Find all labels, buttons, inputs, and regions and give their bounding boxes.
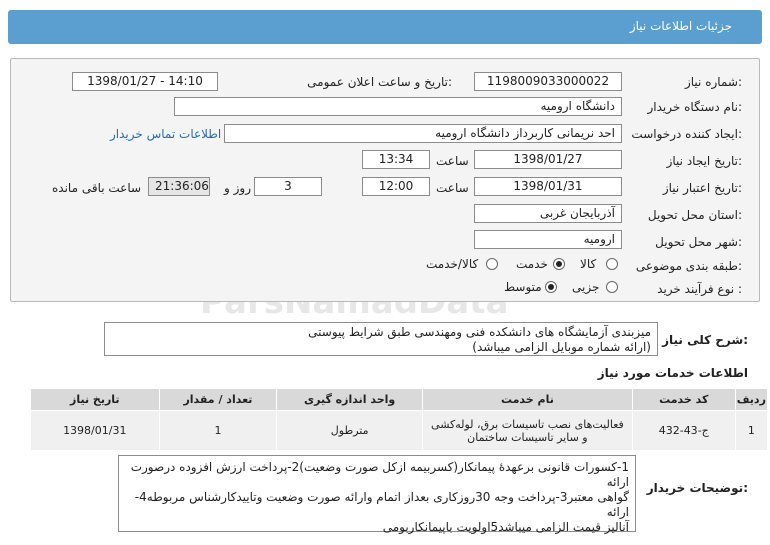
contact-buyer-link[interactable]: اطلاعات تماس خریدار	[110, 127, 221, 141]
notes-line-2: گواهی معتبر3-پرداخت وجه 30روزکاری بعداز …	[134, 490, 629, 519]
city-label: شهر محل تحویل:	[655, 235, 742, 249]
col-code: کد خدمت	[631, 388, 736, 411]
radio-service-label: خدمت	[516, 257, 548, 271]
page-title: جزئیات اطلاعات نیاز	[629, 19, 732, 33]
cell-qty: 1	[158, 410, 278, 451]
summary-line-1: میزبندی آزمایشگاه های دانشکده فنی ومهندس…	[308, 325, 651, 339]
radio-minor-label: جزیی	[572, 280, 600, 294]
days-remaining-field: 3	[254, 177, 322, 196]
buyer-label: نام دستگاه خریدار:	[647, 100, 743, 114]
radio-minor[interactable]	[606, 281, 618, 293]
validity-date-field: 1398/01/31	[474, 177, 622, 196]
radio-medium[interactable]	[545, 281, 557, 293]
created-date-label: تاریخ ایجاد نیاز:	[666, 154, 742, 168]
created-time-label: ساعت	[436, 154, 469, 168]
services-title: اطلاعات خدمات مورد نیاز	[597, 366, 748, 380]
services-table-wrap: ردیف کد خدمت نام خدمت واحد اندازه گیری ت…	[30, 388, 769, 451]
radio-goods-service-label: کالا/خدمت	[426, 257, 479, 271]
col-date: تاریخ نیاز	[30, 388, 160, 411]
days-label: روز و	[224, 181, 251, 195]
table-row: 1 ج-43-432 فعالیت‌های نصب تاسیسات برق، ل…	[30, 410, 769, 451]
services-header-row: ردیف کد خدمت نام خدمت واحد اندازه گیری ت…	[30, 388, 769, 411]
cell-date: 1398/01/31	[30, 410, 160, 451]
buyer-field: دانشگاه ارومیه	[174, 97, 622, 116]
cell-code: ج-43-432	[631, 410, 736, 451]
province-field: آذربایجان غربی	[474, 204, 622, 223]
radio-medium-label: متوسط	[504, 280, 542, 294]
province-label: استان محل تحویل:	[647, 208, 742, 222]
col-qty: تعداد / مقدار	[158, 388, 278, 411]
notes-label: توضیحات خریدار:	[646, 481, 748, 495]
summary-label: شرح کلی نیاز:	[662, 333, 748, 347]
announce-datetime-label: تاریخ و ساعت اعلان عمومی:	[307, 75, 452, 89]
page-header: جزئیات اطلاعات نیاز	[8, 10, 762, 44]
announce-datetime-field: 1398/01/27 - 14:10	[72, 72, 218, 91]
created-date-field: 1398/01/27	[474, 150, 622, 169]
radio-goods[interactable]	[606, 258, 618, 270]
cell-index: 1	[734, 410, 769, 451]
summary-line-2: (ارائه شماره موبایل الزامی میباشد)	[472, 340, 651, 354]
col-name: نام خدمت	[421, 388, 633, 411]
need-number-label: شماره نیاز:	[684, 75, 742, 89]
need-number-field: 1198009033000022	[474, 72, 622, 91]
category-label: طبقه بندی موضوعی:	[635, 259, 742, 273]
col-unit: واحد اندازه گیری	[276, 388, 423, 411]
notes-line-3: آنالیز قیمت الزامی میباشد5اولویت باپیمان…	[382, 520, 629, 534]
validity-date-label: تاریخ اعتبار نیاز:	[662, 181, 742, 195]
creator-field: احد نریمانی کاربرداز دانشگاه ارومیه	[224, 124, 622, 143]
creator-label: ایجاد کننده درخواست:	[631, 127, 742, 141]
cell-name: فعالیت‌های نصب تاسیسات برق، لوله‌کشی و س…	[421, 410, 633, 451]
remaining-time-label: ساعت باقی مانده	[52, 181, 142, 195]
process-label: نوع فرآیند خرید :	[657, 282, 742, 296]
radio-service[interactable]	[553, 258, 565, 270]
validity-time-field: 12:00	[362, 177, 430, 196]
notes-line-1: 1-کسورات قانونی برعهدۀ پیمانکار(کسربیمه …	[130, 460, 629, 489]
col-index: ردیف	[734, 388, 769, 411]
validity-time-label: ساعت	[436, 181, 469, 195]
services-grid: ردیف کد خدمت نام خدمت واحد اندازه گیری ت…	[30, 388, 769, 451]
radio-goods-label: کالا	[580, 257, 597, 271]
cell-unit: مترطول	[276, 410, 423, 451]
summary-box: میزبندی آزمایشگاه های دانشکده فنی ومهندس…	[104, 322, 658, 356]
created-time-field: 13:34	[362, 150, 430, 169]
radio-goods-service[interactable]	[486, 258, 498, 270]
notes-box: 1-کسورات قانونی برعهدۀ پیمانکار(کسربیمه …	[118, 455, 636, 534]
remaining-time-field: 21:36:06	[148, 177, 210, 196]
city-field: ارومیه	[474, 230, 622, 249]
